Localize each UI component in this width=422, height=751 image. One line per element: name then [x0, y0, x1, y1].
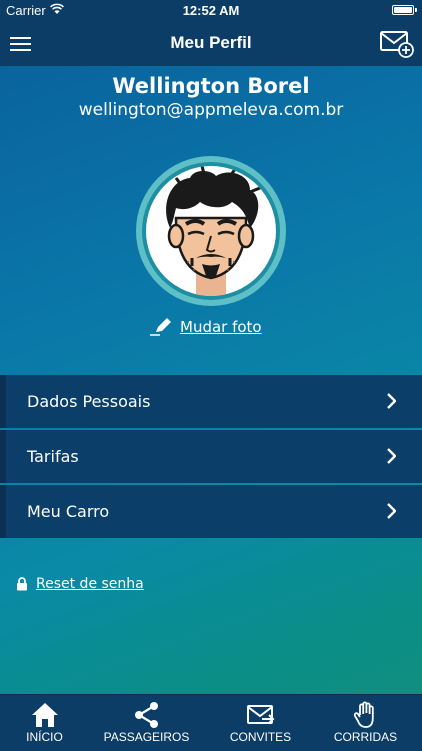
tab-passengers[interactable]: PASSAGEIROS [94, 695, 199, 751]
page-title: Meu Perfil [170, 33, 252, 52]
mail-send-icon [247, 705, 275, 724]
menu-item-label: Meu Carro [27, 502, 110, 521]
menu-item-label: Tarifas [27, 447, 79, 466]
profile-menu: Dados Pessoais Tarifas Meu Carro [0, 375, 422, 540]
tab-label: INÍCIO [26, 730, 63, 744]
menu-item-my-car[interactable]: Meu Carro [0, 485, 422, 538]
share-icon [135, 702, 158, 728]
tab-label: CONVITES [229, 730, 292, 744]
avatar[interactable] [136, 156, 286, 306]
profile-email: wellington@appmeleva.com.br [78, 100, 344, 120]
status-time: 12:52 AM [182, 3, 240, 18]
avatar-image [146, 166, 276, 296]
pencil-icon [150, 318, 171, 336]
lock-icon [17, 577, 27, 591]
tab-rides[interactable]: CORRIDAS [313, 695, 418, 751]
tab-label: CORRIDAS [333, 730, 398, 744]
menu-item-personal-data[interactable]: Dados Pessoais [0, 375, 422, 428]
status-bar: Carrier 12:52 AM [0, 0, 422, 22]
chevron-right-icon [387, 503, 396, 519]
change-photo-label: Mudar foto [180, 318, 262, 336]
tab-label: PASSAGEIROS [103, 730, 190, 744]
hand-icon [353, 701, 374, 728]
tab-home[interactable]: INÍCIO [0, 695, 97, 751]
profile-name: Wellington Borel [112, 74, 310, 98]
mail-plus-icon[interactable] [380, 30, 414, 58]
chevron-right-icon [387, 448, 396, 464]
home-icon [32, 703, 58, 727]
change-photo-link[interactable]: Mudar foto [150, 316, 262, 338]
tab-invites[interactable]: CONVITES [208, 695, 313, 751]
menu-item-label: Dados Pessoais [27, 392, 151, 411]
reset-password-label: Reset de senha [36, 576, 144, 592]
reset-password-link[interactable]: Reset de senha [16, 576, 144, 592]
chevron-right-icon [387, 393, 396, 409]
battery-icon [392, 5, 417, 15]
menu-item-rates[interactable]: Tarifas [0, 430, 422, 483]
tab-bar: INÍCIO PASSAGEIROS CONVITES CORRIDAS [0, 694, 422, 751]
cartoon-face-icon [166, 166, 261, 296]
nav-bar: Meu Perfil [0, 22, 422, 66]
